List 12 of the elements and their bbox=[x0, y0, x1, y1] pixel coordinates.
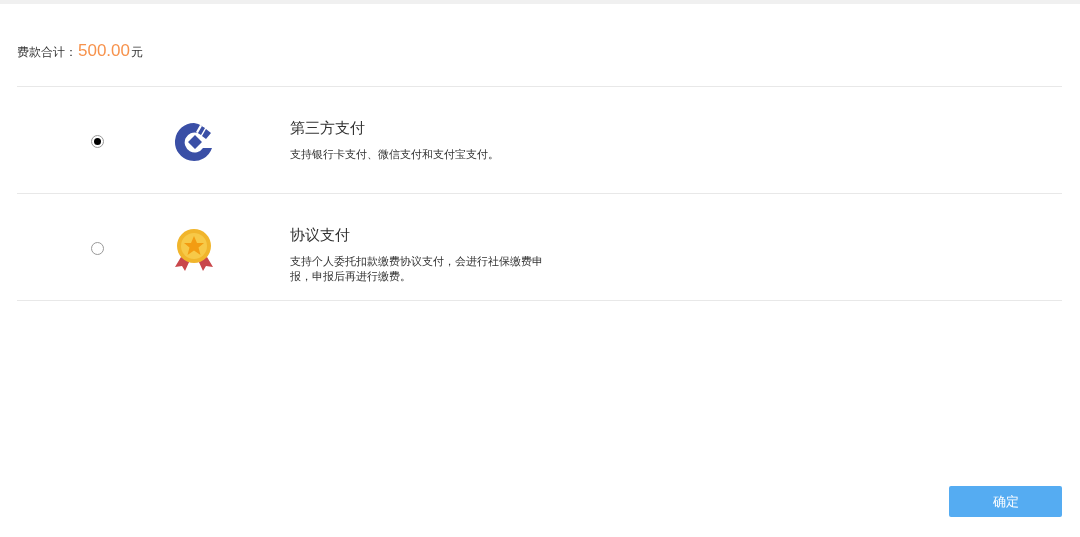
bank-logo-icon bbox=[174, 122, 214, 162]
option-description: 支持银行卡支付、微信支付和支付宝支付。 bbox=[290, 147, 500, 162]
total-amount: 500.00 bbox=[78, 40, 130, 62]
confirm-button[interactable]: 确定 bbox=[949, 486, 1062, 517]
radio-button[interactable] bbox=[91, 135, 104, 148]
medal-icon bbox=[173, 227, 215, 271]
option-title: 协议支付 bbox=[290, 225, 350, 245]
radio-button[interactable] bbox=[91, 242, 104, 255]
option-description: 支持个人委托扣款缴费协议支付，会进行社保缴费申报，申报后再进行缴费。 bbox=[290, 254, 544, 284]
currency-unit: 元 bbox=[131, 44, 143, 61]
total-label: 费款合计： bbox=[17, 44, 77, 61]
option-title: 第三方支付 bbox=[290, 118, 365, 138]
